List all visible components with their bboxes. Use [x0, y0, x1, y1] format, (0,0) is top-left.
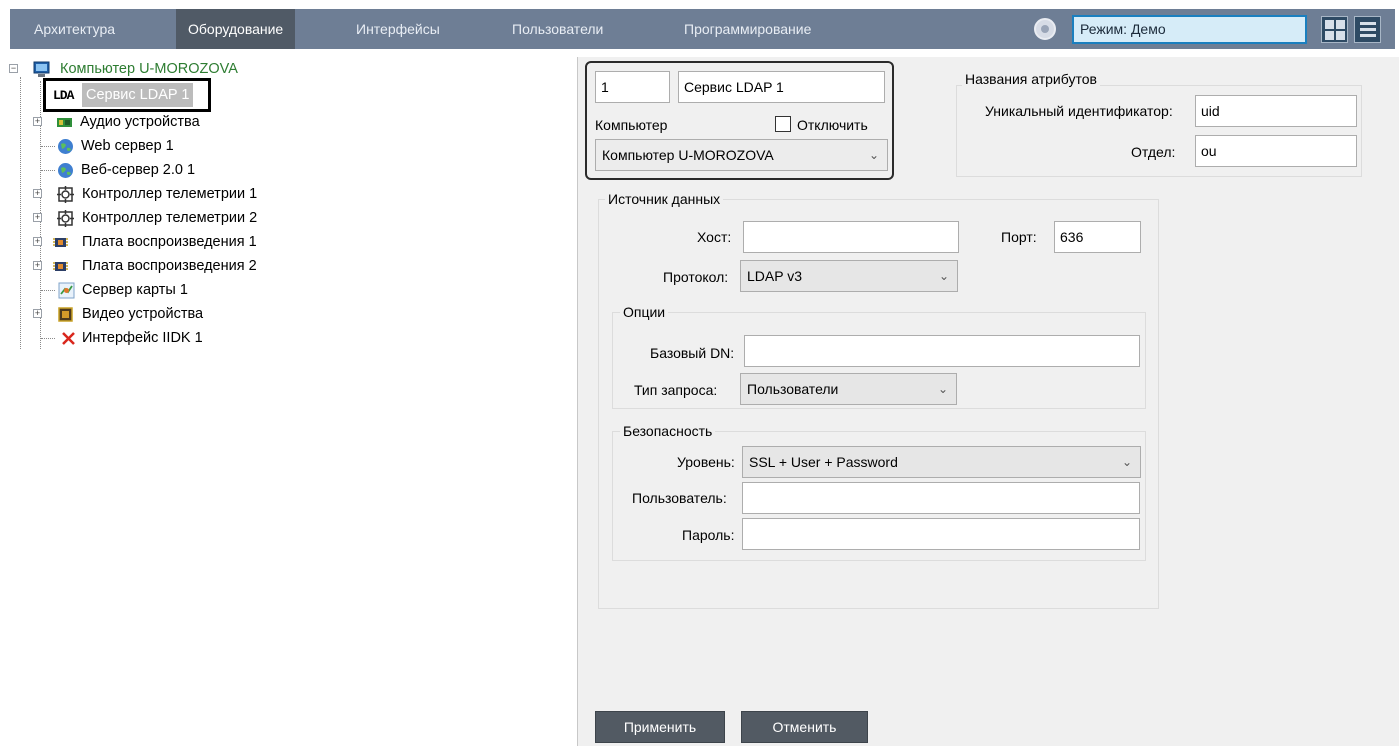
- menu-icon[interactable]: [1354, 16, 1381, 43]
- apply-button[interactable]: Применить: [595, 711, 725, 743]
- gear-icon[interactable]: [1034, 18, 1056, 40]
- tree-item-ldap-service[interactable]: LDA Сервис LDAP 1: [43, 78, 211, 112]
- globe-icon: [58, 163, 73, 178]
- playback-board-icon: [53, 262, 68, 271]
- tree-item-audio[interactable]: + Аудио устройства: [30, 110, 330, 134]
- department-field[interactable]: ou: [1195, 135, 1357, 167]
- query-type-select-value: Пользователи: [747, 381, 839, 397]
- globe-icon: [58, 139, 73, 154]
- attributes-group-title: Названия атрибутов: [962, 71, 1100, 87]
- options-group-title: Опции: [620, 304, 669, 320]
- tree-item-label: Интерфейс IIDK 1: [82, 330, 203, 346]
- protocol-select[interactable]: LDAP v3 ⌄: [740, 260, 958, 292]
- object-name-field[interactable]: Сервис LDAP 1: [678, 71, 885, 103]
- chevron-down-icon: ⌄: [868, 148, 879, 162]
- base-dn-label: Базовый DN:: [650, 345, 735, 361]
- computer-icon: [33, 61, 50, 77]
- computer-label: Компьютер: [595, 117, 668, 133]
- tree-item-label: Видео устройства: [82, 306, 204, 322]
- tab-equipment[interactable]: Оборудование: [176, 9, 296, 49]
- tree-item-label: Контроллер телеметрии 2: [82, 210, 258, 226]
- data-source-group-title: Источник данных: [605, 191, 724, 207]
- tree-item-label: Web сервер 1: [81, 138, 174, 154]
- query-type-label: Тип запроса:: [634, 382, 718, 398]
- tree-item-label: Плата воспроизведения 2: [82, 258, 257, 274]
- chevron-down-icon: ⌄: [938, 269, 949, 283]
- top-navigation-bar: Архитектура Оборудование Интерфейсы Поль…: [0, 0, 1399, 57]
- cancel-button[interactable]: Отменить: [741, 711, 868, 743]
- protocol-select-value: LDAP v3: [747, 268, 802, 284]
- security-group-title: Безопасность: [620, 423, 716, 439]
- disable-checkbox[interactable]: [775, 116, 791, 132]
- chevron-down-icon: ⌄: [937, 382, 948, 396]
- tree-item-web-server-2[interactable]: Веб-сервер 2.0 1: [41, 158, 341, 182]
- tree-connector: [20, 77, 21, 349]
- port-label: Порт:: [1001, 229, 1037, 245]
- user-label: Пользователь:: [632, 490, 727, 506]
- video-board-icon: [58, 307, 73, 322]
- hardware-tree: − Компьютер U-MOROZOVA LDA Сервис LDAP 1…: [0, 57, 577, 746]
- tree-item-label: Сервер карты 1: [82, 282, 188, 298]
- telemetry-icon: [57, 210, 74, 227]
- tab-programming[interactable]: Программирование: [684, 9, 811, 49]
- tree-item-label: Плата воспроизведения 1: [82, 234, 257, 250]
- tab-users[interactable]: Пользователи: [512, 9, 603, 49]
- tree-item-iidk[interactable]: Интерфейс IIDK 1: [41, 326, 341, 350]
- object-id-field[interactable]: 1: [595, 71, 670, 103]
- tree-item-map-server[interactable]: Сервер карты 1: [41, 278, 341, 302]
- uid-label: Уникальный идентификатор:: [985, 103, 1173, 119]
- disable-label: Отключить: [797, 117, 868, 133]
- department-label: Отдел:: [1131, 144, 1176, 160]
- security-level-select[interactable]: SSL + User + Password ⌄: [742, 446, 1141, 478]
- level-label: Уровень:: [677, 454, 735, 470]
- security-level-select-value: SSL + User + Password: [749, 454, 898, 470]
- expand-icon[interactable]: +: [33, 117, 42, 126]
- mode-indicator[interactable]: Режим: Демо: [1072, 15, 1307, 44]
- expand-icon[interactable]: +: [33, 189, 42, 198]
- telemetry-icon: [57, 186, 74, 203]
- protocol-label: Протокол:: [663, 269, 729, 285]
- ldap-icon: LDA: [53, 88, 74, 103]
- user-field[interactable]: [742, 482, 1140, 514]
- query-type-select[interactable]: Пользователи ⌄: [740, 373, 957, 405]
- host-label: Хост:: [697, 229, 732, 245]
- expand-icon[interactable]: +: [33, 309, 42, 318]
- tab-interfaces[interactable]: Интерфейсы: [356, 9, 440, 49]
- layout-grid-icon[interactable]: [1321, 16, 1348, 43]
- tree-item-label: Контроллер телеметрии 1: [82, 186, 258, 202]
- tree-item-playback-1[interactable]: + Плата воспроизведения 1: [30, 230, 350, 254]
- uid-field[interactable]: uid: [1195, 95, 1357, 127]
- tree-item-web-server[interactable]: Web сервер 1: [41, 134, 341, 158]
- object-header: 1 Сервис LDAP 1 Компьютер Отключить Комп…: [585, 61, 894, 180]
- cross-icon: [62, 332, 75, 345]
- tree-item-label: Аудио устройства: [80, 114, 200, 130]
- expand-icon[interactable]: +: [33, 261, 42, 270]
- computer-select[interactable]: Компьютер U-MOROZOVA ⌄: [595, 139, 888, 171]
- password-field[interactable]: [742, 518, 1140, 550]
- chevron-down-icon: ⌄: [1121, 455, 1132, 469]
- tree-item-label: Сервис LDAP 1: [82, 83, 194, 107]
- tab-architecture[interactable]: Архитектура: [34, 9, 115, 49]
- computer-select-value: Компьютер U-MOROZOVA: [602, 147, 774, 163]
- tree-item-label: Веб-сервер 2.0 1: [81, 162, 196, 178]
- tree-item-video[interactable]: + Видео устройства: [30, 302, 330, 326]
- password-label: Пароль:: [682, 527, 735, 543]
- tree-item-telemetry-1[interactable]: + Контроллер телеметрии 1: [30, 182, 350, 206]
- host-field[interactable]: [743, 221, 959, 253]
- audio-board-icon: [57, 118, 72, 127]
- expand-icon[interactable]: +: [33, 213, 42, 222]
- playback-board-icon: [53, 238, 68, 247]
- expand-icon[interactable]: +: [33, 237, 42, 246]
- collapse-icon[interactable]: −: [9, 64, 18, 73]
- tree-item-telemetry-2[interactable]: + Контроллер телеметрии 2: [30, 206, 350, 230]
- base-dn-field[interactable]: [744, 335, 1140, 367]
- settings-panel: 1 Сервис LDAP 1 Компьютер Отключить Комп…: [577, 57, 1399, 746]
- port-field[interactable]: 636: [1054, 221, 1141, 253]
- map-server-icon: [58, 282, 75, 299]
- tree-item-playback-2[interactable]: + Плата воспроизведения 2: [30, 254, 350, 278]
